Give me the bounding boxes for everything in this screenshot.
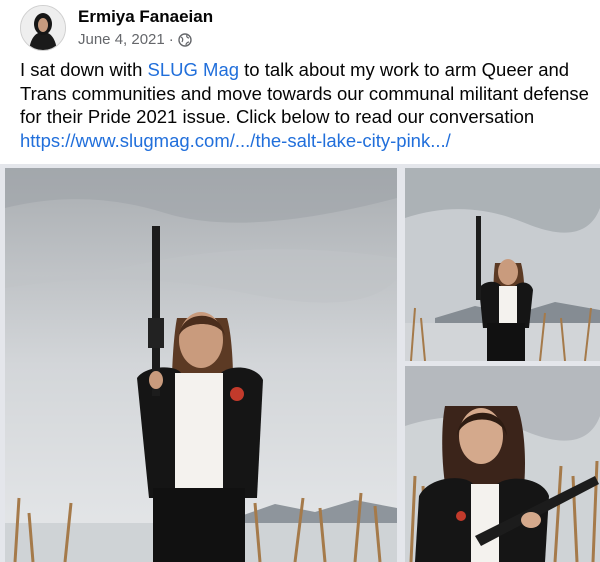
author-name[interactable]: Ermiya Fanaeian: [78, 7, 213, 27]
post-subline: June 4, 2021 ·: [78, 30, 213, 50]
profile-picture-icon: [21, 6, 65, 50]
globe-icon[interactable]: [178, 32, 192, 47]
photo-grid: [0, 164, 600, 562]
post-date[interactable]: June 4, 2021: [78, 30, 165, 50]
post-text-part1: I sat down with: [20, 59, 148, 80]
photo-top-right[interactable]: [405, 168, 600, 361]
mention-link[interactable]: SLUG Mag: [148, 59, 240, 80]
photo-bottom-right[interactable]: [405, 366, 600, 562]
post-body: I sat down with SLUG Mag to talk about m…: [20, 58, 592, 152]
post-header: Ermiya Fanaeian June 4, 2021 ·: [20, 5, 213, 51]
person-with-rifle-image: [405, 366, 600, 562]
photo-main[interactable]: [5, 168, 397, 562]
person-with-rifle-image: [405, 168, 600, 361]
person-with-rifle-image: [5, 168, 397, 562]
separator: ·: [168, 30, 174, 48]
article-link[interactable]: https://www.slugmag.com/.../the-salt-lak…: [20, 130, 451, 151]
post-meta: Ermiya Fanaeian June 4, 2021 ·: [78, 7, 213, 50]
avatar[interactable]: [20, 5, 66, 51]
